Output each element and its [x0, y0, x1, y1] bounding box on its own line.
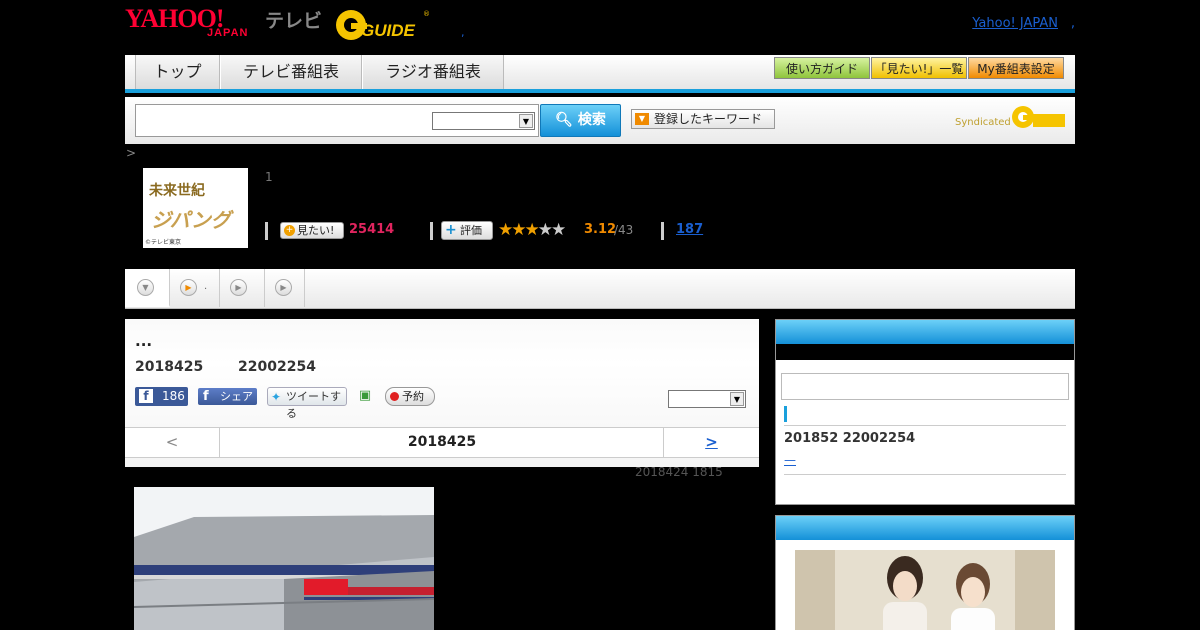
pager-next-button[interactable]: > — [663, 428, 759, 457]
date-pager: < 2018425 > — [125, 427, 759, 458]
rate-button[interactable]: + 評価 — [441, 221, 493, 240]
syndicated-label: Syndicated — [955, 117, 1011, 128]
sidebar-box-2-header — [776, 516, 1074, 540]
registered-keyword-label: 登録したキーワード — [654, 112, 763, 126]
mitai-count: 25414 — [349, 222, 395, 237]
facebook-share-button[interactable]: f シェア — [198, 388, 257, 405]
tab-radio-schedule[interactable]: ラジオ番組表 — [362, 55, 504, 89]
promo-photo-illustration — [795, 550, 1055, 630]
search-button-label: 検索 — [577, 112, 606, 128]
site-header: YAHOO! JAPAN テレビ GUIDE ® , Yahoo! JAPAN … — [125, 0, 1075, 55]
tab-top[interactable]: トップ — [135, 55, 220, 89]
tab-item-3[interactable]: ▶ — [220, 269, 265, 307]
divider — [784, 425, 1066, 426]
star-rating: ★★★★★ — [498, 220, 567, 240]
updated-timestamp: 2018424 1815 — [635, 465, 723, 479]
search-button[interactable]: 🔍︎ 検索 — [540, 104, 621, 137]
reserve-button[interactable]: 予約 — [385, 387, 435, 406]
sidebar-promo-image[interactable] — [795, 550, 1055, 630]
review-count-link[interactable]: 187 — [676, 222, 703, 237]
divider — [661, 222, 664, 240]
page: YAHOO! JAPAN テレビ GUIDE ® , Yahoo! JAPAN … — [0, 0, 1200, 630]
tab-item-4[interactable]: ▶ — [265, 269, 305, 307]
facebook-like-count: 186 — [162, 389, 185, 403]
syndicated-gguide-logo: Syndicated — [955, 103, 1067, 131]
chevron-down-circle-icon: ▼ — [137, 279, 154, 296]
rating-score: 3.12 — [584, 222, 617, 237]
rating-votes: /43 — [614, 223, 634, 237]
bird-icon: ✦ — [271, 390, 282, 404]
tab-item-2[interactable]: ▶ . — [170, 269, 220, 307]
tab-tv-schedule[interactable]: テレビ番組表 — [220, 55, 362, 89]
program-thumbnail[interactable]: 未来世紀 ジパング ©テレビ東京 — [143, 168, 248, 248]
gguide-mini-logo — [1012, 106, 1065, 128]
facebook-icon: f — [203, 389, 209, 404]
my-schedule-settings-button[interactable]: My番組表設定 — [968, 57, 1064, 79]
article-time: 22002254 — [238, 359, 316, 375]
mypage-icon[interactable]: ▣ — [356, 387, 374, 405]
sidebar-search-input[interactable] — [781, 373, 1069, 400]
pager-prev-button[interactable]: < — [125, 428, 220, 457]
sidebar-section-marker — [784, 406, 787, 422]
registered-keyword-button[interactable]: ▼ 登録したキーワード — [631, 109, 775, 129]
sidebar-link[interactable]: — — [784, 453, 796, 467]
yahoo-japan-link[interactable]: Yahoo! JAPAN — [972, 16, 1058, 31]
program-episode-number: 1 — [265, 170, 273, 184]
article-title: ... — [135, 332, 153, 350]
facebook-share-label: シェア — [220, 390, 253, 403]
divider — [430, 222, 433, 240]
tv-logo[interactable]: テレビ — [265, 6, 322, 33]
article-date: 2018425 — [135, 359, 204, 375]
gguide-logo[interactable]: GUIDE ® — [333, 6, 431, 42]
sidebar-broadcast-date: 201852 22002254 — [784, 431, 916, 446]
program-thumbnail-subtitle: ジパング — [151, 208, 231, 232]
play-circle-icon: ▶ — [275, 279, 292, 296]
mitai-button[interactable]: + 見たい! — [280, 222, 344, 239]
article-select[interactable]: ▼ — [668, 390, 746, 408]
divider — [265, 222, 268, 240]
star-empty-icon: ★★ — [537, 220, 567, 240]
program-tabstrip: ▼ ▶ . ▶ ▶ — [125, 269, 1075, 309]
usage-guide-button[interactable]: 使い方ガイド — [774, 57, 870, 79]
star-filled-icon: ★★★ — [498, 220, 540, 240]
search-bar: ▼ 🔍︎ 検索 ▼ 登録したキーワード Syndicated — [125, 97, 1075, 144]
chevron-down-icon: ▼ — [519, 114, 533, 128]
play-circle-icon: ▶ — [230, 279, 247, 296]
program-thumbnail-copyright: ©テレビ東京 — [145, 239, 182, 246]
record-dot-icon — [390, 392, 399, 401]
sidebar-box-1-header — [776, 320, 1074, 344]
header-separator: , — [461, 26, 465, 39]
reserve-button-label: 予約 — [402, 390, 424, 403]
tab-item-2-label: . — [204, 281, 208, 292]
mitai-list-button[interactable]: 「見たい!」一覧 — [871, 57, 967, 79]
store-photo-illustration — [134, 487, 434, 630]
rate-button-label: 評価 — [460, 224, 482, 237]
search-category-select[interactable]: ▼ — [432, 112, 535, 130]
facebook-icon: f — [139, 389, 153, 403]
triangle-down-icon: ▼ — [635, 113, 649, 125]
svg-text:®: ® — [423, 10, 430, 18]
play-circle-icon: ▶ — [180, 279, 197, 296]
gguide-logo-text: GUIDE — [361, 21, 416, 40]
facebook-like-button[interactable]: f 186 — [135, 387, 188, 406]
header-trailing: , — [1070, 16, 1075, 31]
mitai-button-label: 見たい! — [297, 224, 335, 237]
tweet-button[interactable]: ✦ ツイートする — [267, 387, 347, 420]
article-photo — [134, 487, 434, 630]
magnifier-icon: 🔍︎ — [555, 112, 573, 128]
yahoo-logo-japan: JAPAN — [207, 27, 249, 39]
main-nav: トップ テレビ番組表 ラジオ番組表 使い方ガイド 「見たい!」一覧 My番組表設… — [125, 55, 1075, 93]
sidebar-box-2 — [775, 515, 1075, 630]
plus-icon: + — [445, 222, 457, 238]
sidebar-box-1-subheader — [776, 344, 1074, 360]
divider — [784, 474, 1066, 475]
chevron-down-icon: ▼ — [730, 392, 744, 406]
program-thumbnail-title: 未来世紀 — [149, 183, 205, 199]
pager-current-date: 2018425 — [407, 434, 477, 450]
tab-item-1[interactable]: ▼ — [125, 269, 170, 307]
sidebar-box-1: 201852 22002254 — — [775, 319, 1075, 505]
breadcrumb[interactable]: > — [126, 146, 136, 160]
plus-circle-icon: + — [284, 225, 295, 236]
